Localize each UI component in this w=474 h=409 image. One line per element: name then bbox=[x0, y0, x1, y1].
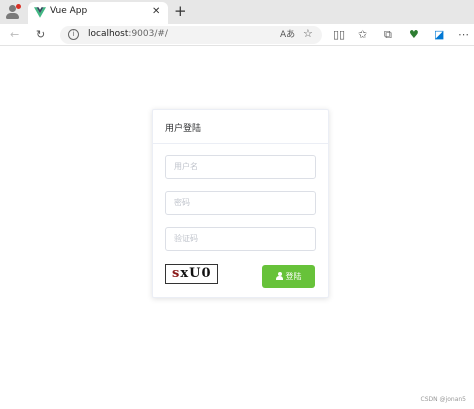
login-card: 用户登陆 用户名 密码 验证码 sxU0 登陆 bbox=[152, 109, 329, 298]
browser-toolbar: ← ↻ i localhost:9003/#/ Aあ ☆ ▯▯ ✩ ⧉ ♥ ◪ … bbox=[0, 24, 474, 46]
close-tab-icon[interactable]: ✕ bbox=[152, 6, 160, 18]
tab-title: Vue App bbox=[50, 6, 88, 16]
profile-icon[interactable] bbox=[4, 3, 22, 21]
collections-icon[interactable]: ⧉ bbox=[384, 28, 392, 42]
user-icon bbox=[275, 272, 283, 280]
captcha-input[interactable]: 验证码 bbox=[165, 227, 316, 251]
captcha-text: sxU0 bbox=[172, 266, 212, 281]
tab-vue-app[interactable]: Vue App ✕ bbox=[28, 2, 168, 24]
read-aloud-icon[interactable]: Aあ bbox=[280, 28, 295, 42]
username-input[interactable]: 用户名 bbox=[165, 155, 316, 179]
new-tab-button[interactable]: + bbox=[174, 2, 187, 20]
split-screen-icon[interactable]: ▯▯ bbox=[333, 28, 345, 42]
favorite-star-icon[interactable]: ☆ bbox=[303, 27, 313, 41]
favorites-icon[interactable]: ✩ bbox=[358, 28, 367, 42]
more-menu-icon[interactable]: ⋯ bbox=[458, 28, 469, 42]
password-input[interactable]: 密码 bbox=[165, 191, 316, 215]
login-button[interactable]: 登陆 bbox=[262, 265, 315, 288]
url-text[interactable]: localhost:9003/#/ bbox=[88, 29, 168, 39]
extension-icon[interactable]: ◪ bbox=[434, 28, 444, 42]
login-title: 用户登陆 bbox=[165, 124, 202, 134]
address-bar[interactable]: i localhost:9003/#/ Aあ ☆ bbox=[60, 26, 322, 44]
refresh-icon[interactable]: ↻ bbox=[36, 28, 45, 42]
login-card-header: 用户登陆 bbox=[153, 110, 328, 144]
info-icon[interactable]: i bbox=[68, 29, 79, 40]
browser-essentials-icon[interactable]: ♥ bbox=[409, 28, 419, 42]
vue-logo-icon bbox=[34, 7, 46, 18]
back-icon[interactable]: ← bbox=[10, 28, 19, 42]
watermark: CSDN @jonan5 bbox=[420, 396, 466, 403]
login-button-label: 登陆 bbox=[285, 272, 302, 281]
captcha-image[interactable]: sxU0 bbox=[165, 264, 218, 284]
page-content: 用户登陆 用户名 密码 验证码 sxU0 登陆 CSDN @jonan5 bbox=[0, 47, 474, 409]
tab-strip: Vue App ✕ + bbox=[0, 0, 474, 24]
